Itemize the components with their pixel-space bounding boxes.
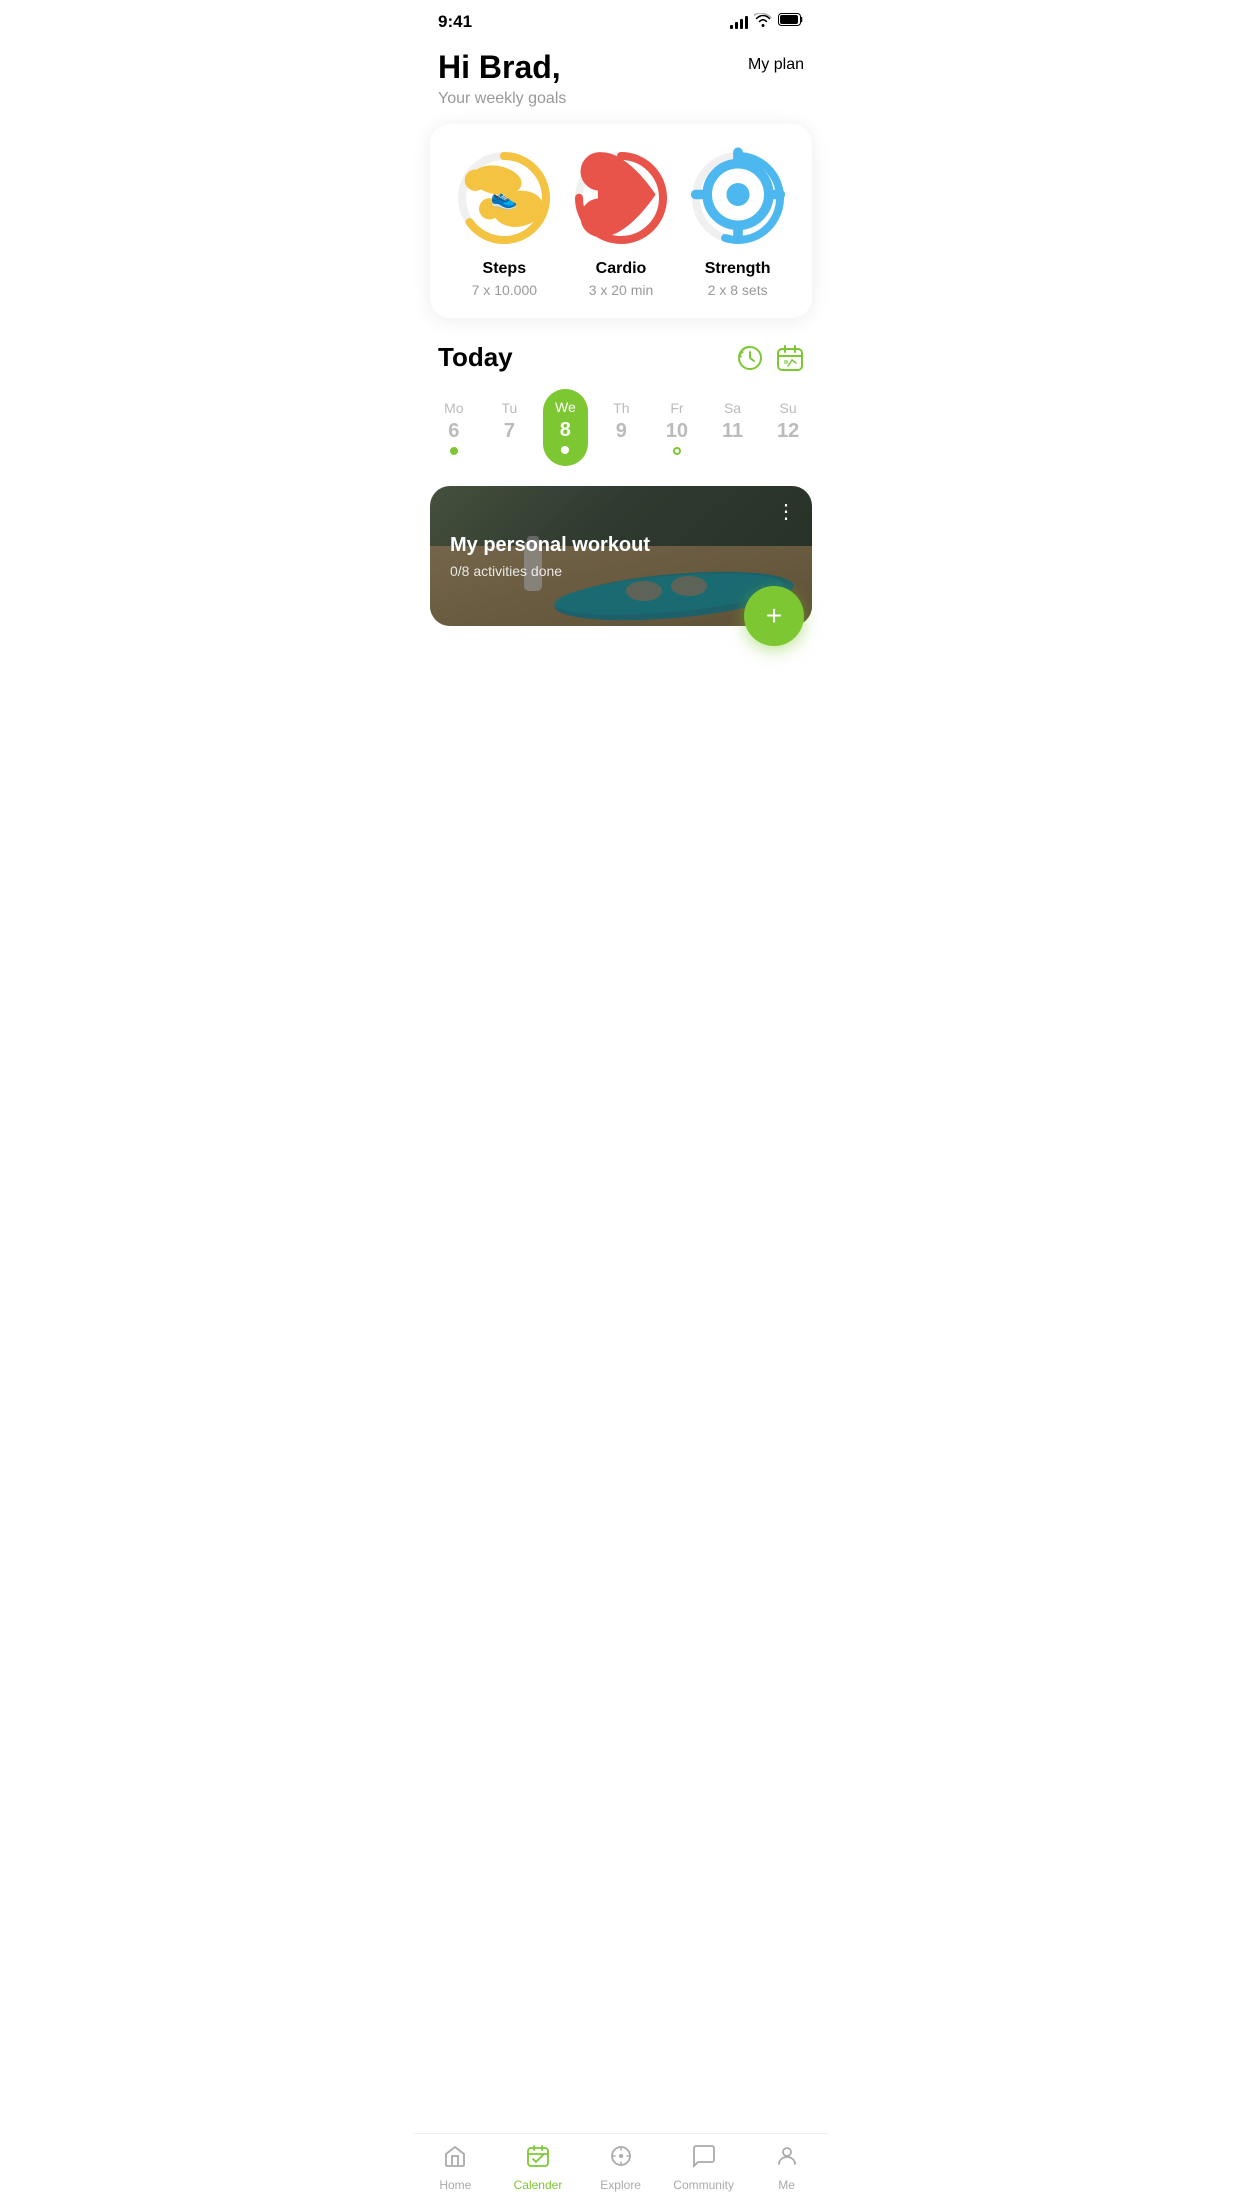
community-label: Community xyxy=(673,2178,734,2192)
goal-cardio: Cardio 3 x 20 min xyxy=(571,148,671,298)
cal-day-name-th: Th xyxy=(613,400,629,416)
calendar-icon xyxy=(776,344,804,372)
cal-day-tu[interactable]: Tu 7 xyxy=(487,400,531,455)
strength-value: 2 x 8 sets xyxy=(708,282,768,298)
today-section-header: Today xyxy=(414,342,828,389)
greeting-subtitle: Your weekly goals xyxy=(438,90,566,108)
explore-label: Explore xyxy=(600,2178,641,2192)
goal-steps: 👟 Steps 7 x 10.000 xyxy=(454,148,554,298)
bottom-nav: Home Calender xyxy=(414,2133,828,2208)
cal-day-we[interactable]: We 8 xyxy=(543,389,588,466)
cal-dot-su xyxy=(784,447,792,455)
my-plan-button[interactable]: My plan xyxy=(748,56,804,74)
calendar-button[interactable] xyxy=(776,344,804,372)
cal-dot-sa xyxy=(729,447,737,455)
cardio-icon xyxy=(571,145,671,252)
cal-day-name-sa: Sa xyxy=(724,400,741,416)
cal-dot-mo xyxy=(450,447,458,455)
cardio-value: 3 x 20 min xyxy=(589,282,654,298)
cal-day-name-su: Su xyxy=(780,400,797,416)
goals-card: 👟 Steps 7 x 10.000 Cardio 3 x 20 min xyxy=(430,124,812,318)
calender-label: Calender xyxy=(514,2178,563,2192)
status-bar: 9:41 xyxy=(414,0,828,40)
cal-day-num-su: 12 xyxy=(777,420,799,443)
battery-icon xyxy=(778,13,804,31)
strength-icon xyxy=(688,145,788,252)
cal-dot-fr xyxy=(673,447,681,455)
explore-icon xyxy=(609,2144,633,2174)
header: Hi Brad, Your weekly goals My plan xyxy=(414,40,828,124)
cal-day-mo[interactable]: Mo 6 xyxy=(432,400,476,455)
steps-icon-char: 👟 xyxy=(491,185,518,211)
cal-day-name-fr: Fr xyxy=(670,400,683,416)
plus-icon: + xyxy=(766,600,782,632)
add-button[interactable]: + xyxy=(744,586,804,646)
today-actions xyxy=(736,344,804,372)
nav-explore[interactable]: Explore xyxy=(591,2144,651,2192)
cal-day-name-tu: Tu xyxy=(501,400,517,416)
history-button[interactable] xyxy=(736,344,764,372)
status-icons xyxy=(730,13,804,32)
strength-ring xyxy=(688,148,788,248)
me-icon xyxy=(775,2144,799,2174)
home-label: Home xyxy=(439,2178,471,2192)
cardio-label: Cardio xyxy=(596,260,647,278)
steps-ring: 👟 xyxy=(454,148,554,248)
cal-day-num-fr: 10 xyxy=(666,420,688,443)
cal-day-num-we: 8 xyxy=(560,419,571,442)
goal-strength: Strength 2 x 8 sets xyxy=(688,148,788,298)
nav-me[interactable]: Me xyxy=(757,2144,817,2192)
cal-day-su[interactable]: Su 12 xyxy=(766,400,810,455)
status-time: 9:41 xyxy=(438,12,472,32)
cal-day-num-mo: 6 xyxy=(448,420,459,443)
cal-day-num-th: 9 xyxy=(616,420,627,443)
greeting-block: Hi Brad, Your weekly goals xyxy=(438,48,566,108)
nav-calender[interactable]: Calender xyxy=(508,2144,568,2192)
cal-day-num-sa: 11 xyxy=(722,420,743,443)
history-icon xyxy=(736,344,764,372)
cal-dot-we xyxy=(561,446,569,454)
calender-icon xyxy=(526,2144,550,2174)
cal-day-num-tu: 7 xyxy=(504,420,515,443)
nav-home[interactable]: Home xyxy=(425,2144,485,2192)
workout-title: My personal workout xyxy=(450,534,792,557)
steps-value: 7 x 10.000 xyxy=(472,282,537,298)
cal-day-name-we: We xyxy=(555,399,576,415)
today-title: Today xyxy=(438,342,513,373)
greeting-name: Hi Brad, xyxy=(438,48,566,86)
steps-label: Steps xyxy=(483,260,527,278)
cal-dot-tu xyxy=(505,447,513,455)
me-label: Me xyxy=(778,2178,795,2192)
cardio-ring xyxy=(571,148,671,248)
cal-day-name-mo: Mo xyxy=(444,400,463,416)
workout-menu-button[interactable]: ⋮ xyxy=(776,502,796,522)
community-icon xyxy=(692,2144,716,2174)
page-wrapper: 9:41 xyxy=(414,0,828,736)
signal-icon xyxy=(730,15,748,29)
workout-subtitle: 0/8 activities done xyxy=(450,563,792,579)
calendar-strip: Mo 6 Tu 7 We 8 Th 9 Fr 10 Sa xyxy=(414,389,828,486)
nav-community[interactable]: Community xyxy=(673,2144,734,2192)
home-icon xyxy=(443,2144,467,2174)
cal-dot-th xyxy=(617,447,625,455)
wifi-icon xyxy=(754,13,772,32)
strength-label: Strength xyxy=(705,260,771,278)
cal-day-th[interactable]: Th 9 xyxy=(599,400,643,455)
cal-day-sa[interactable]: Sa 11 xyxy=(711,400,755,455)
cal-day-fr[interactable]: Fr 10 xyxy=(655,400,699,455)
